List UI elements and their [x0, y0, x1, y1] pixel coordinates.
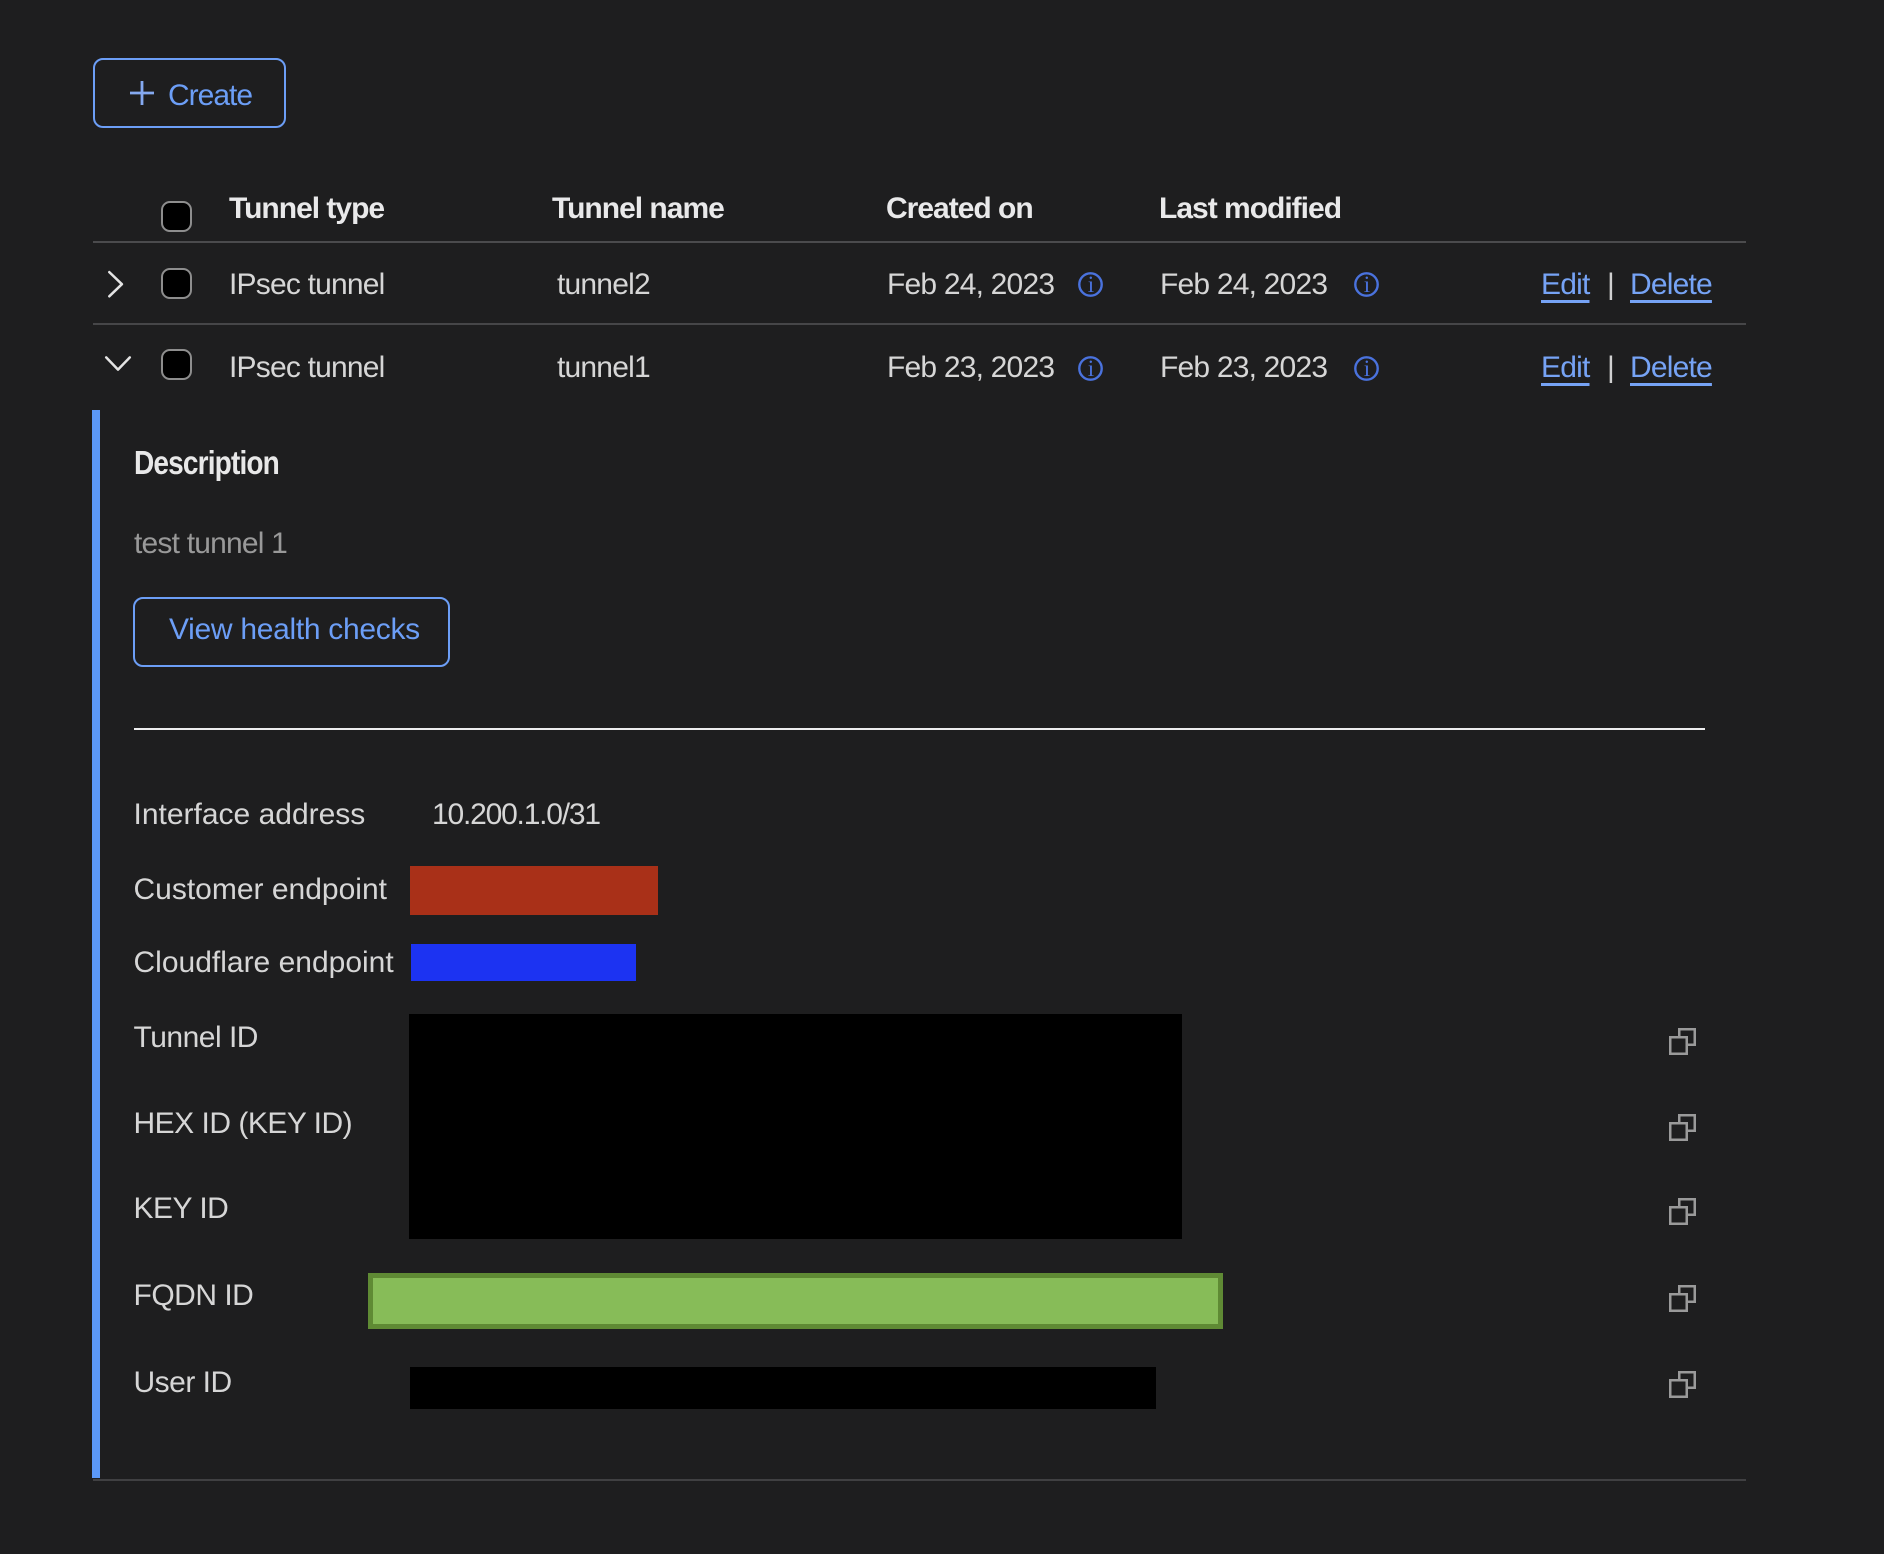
svg-text:i: i	[1088, 272, 1094, 297]
svg-text:i: i	[1363, 356, 1369, 381]
svg-text:i: i	[1088, 356, 1094, 381]
svg-text:i: i	[1363, 272, 1369, 297]
